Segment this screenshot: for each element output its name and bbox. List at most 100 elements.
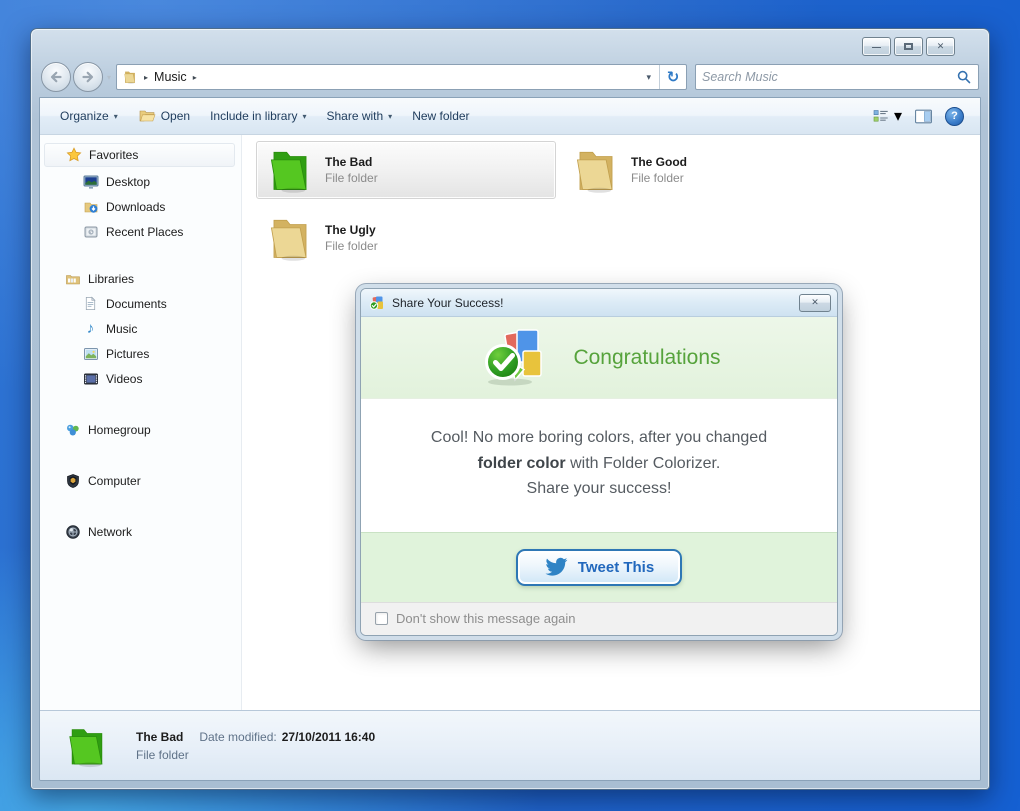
tile-type: File folder (631, 171, 687, 185)
change-view-button[interactable]: ▾ (866, 103, 908, 129)
sidebar-item-favorites[interactable]: Favorites (44, 143, 235, 167)
maximize-button[interactable] (894, 37, 923, 56)
music-note-icon: ♪ (82, 320, 99, 337)
dialog-header: Congratulations (361, 317, 837, 399)
documents-icon (82, 295, 99, 312)
sidebar-item-music[interactable]: ♪ Music (40, 316, 241, 341)
dont-show-checkbox[interactable] (375, 612, 388, 625)
organize-menu[interactable]: Organize ▾ (50, 103, 128, 129)
tweet-section: Tweet This (361, 532, 837, 602)
forward-arrow-icon (80, 69, 96, 85)
share-success-dialog: Share Your Success! ✕ Congratulations Co… (360, 288, 838, 636)
sidebar-gap (40, 493, 241, 519)
details-pane: The Bad Date modified: 27/10/2011 16:40 … (40, 710, 980, 780)
tile-grid: The Bad File folder The Good File folder (256, 141, 980, 267)
refresh-button[interactable]: ↻ (659, 65, 686, 89)
close-icon: ✕ (811, 297, 819, 308)
dialog-message: Cool! No more boring colors, after you c… (361, 399, 837, 532)
sidebar-item-videos[interactable]: Videos (40, 366, 241, 391)
sidebar-gap (40, 442, 241, 468)
chevron-down-icon: ▾ (114, 112, 118, 121)
pictures-icon (82, 345, 99, 362)
sidebar-item-desktop[interactable]: Desktop (40, 169, 241, 194)
share-with-menu[interactable]: Share with ▾ (316, 103, 402, 129)
sidebar-item-libraries[interactable]: Libraries (40, 266, 241, 291)
message-line1: Cool! No more boring colors, after you c… (431, 429, 767, 446)
congratulations-heading: Congratulations (573, 346, 720, 370)
chevron-down-icon: ▾ (894, 106, 902, 126)
twitter-bird-icon (544, 557, 568, 577)
open-button[interactable]: Open (128, 103, 200, 129)
sidebar-gap (40, 391, 241, 417)
sidebar-gap (40, 244, 241, 266)
yellow-folder-icon (263, 211, 317, 265)
file-tile-the-ugly[interactable]: The Ugly File folder (256, 209, 556, 267)
sidebar-item-computer[interactable]: Computer (40, 468, 241, 493)
sidebar-item-pictures[interactable]: Pictures (40, 341, 241, 366)
sidebar-item-documents[interactable]: Documents (40, 291, 241, 316)
breadcrumb-separator[interactable]: ▸ (193, 73, 197, 82)
tile-name: The Bad (325, 155, 378, 169)
close-icon: ✕ (937, 41, 945, 52)
search-input[interactable] (702, 70, 956, 84)
dialog-titlebar: Share Your Success! ✕ (361, 289, 837, 317)
sidebar-item-recent-places[interactable]: Recent Places (40, 219, 241, 244)
yellow-folder-icon (569, 143, 623, 197)
forward-button[interactable] (73, 62, 103, 92)
folder-colorizer-icon (369, 295, 385, 311)
tile-type: File folder (325, 171, 378, 185)
preview-pane-icon (914, 108, 933, 125)
success-folders-icon (477, 326, 553, 390)
sidebar-item-network[interactable]: Network (40, 519, 241, 544)
help-button[interactable]: ? (939, 103, 970, 129)
navigation-pane: Favorites Desktop Downloads (40, 135, 242, 710)
help-icon: ? (945, 107, 964, 126)
back-button[interactable] (41, 62, 71, 92)
breadcrumb-location[interactable]: Music (154, 70, 187, 84)
views-icon (872, 108, 890, 124)
tile-name: The Ugly (325, 223, 378, 237)
recent-pages-chevron[interactable]: ▾ (107, 73, 111, 82)
libraries-icon (64, 270, 81, 287)
chevron-down-icon: ▾ (302, 112, 306, 121)
address-bar[interactable]: ▸ Music ▸ ▾ ↻ (116, 64, 687, 90)
command-toolbar: Organize ▾ Open Include in library ▾ Sha… (40, 98, 980, 135)
file-tile-the-good[interactable]: The Good File folder (562, 141, 862, 199)
minimize-icon: — (872, 42, 881, 52)
address-folder-icon (122, 69, 138, 85)
selected-item-type: File folder (136, 748, 375, 762)
preview-pane-button[interactable] (908, 103, 939, 129)
green-folder-icon (62, 721, 112, 771)
sidebar-item-homegroup[interactable]: Homegroup (40, 417, 241, 442)
tweet-button-label: Tweet This (578, 559, 654, 576)
videos-icon (82, 370, 99, 387)
tile-name: The Good (631, 155, 687, 169)
back-arrow-icon (48, 69, 64, 85)
date-modified-value: 27/10/2011 16:40 (282, 730, 375, 744)
window-controls: — ✕ (862, 37, 955, 56)
minimize-button[interactable]: — (862, 37, 891, 56)
dialog-footer: Don't show this message again (361, 602, 837, 635)
network-icon (64, 523, 81, 540)
close-button[interactable]: ✕ (926, 37, 955, 56)
navigation-bar: ▾ ▸ Music ▸ ▾ ↻ (41, 62, 979, 92)
dialog-close-button[interactable]: ✕ (799, 294, 831, 312)
tweet-this-button[interactable]: Tweet This (516, 549, 682, 586)
search-icon[interactable] (956, 69, 972, 85)
green-folder-icon (263, 143, 317, 197)
file-tile-the-bad[interactable]: The Bad File folder (256, 141, 556, 199)
new-folder-button[interactable]: New folder (402, 103, 479, 129)
message-bold: folder color (478, 455, 566, 472)
homegroup-icon (64, 421, 81, 438)
dialog-title: Share Your Success! (392, 296, 503, 310)
recent-places-icon (82, 223, 99, 240)
desktop-icon (82, 173, 99, 190)
open-folder-icon (138, 108, 156, 124)
address-dropdown-icon[interactable]: ▾ (638, 72, 659, 83)
tile-type: File folder (325, 239, 378, 253)
chevron-down-icon: ▾ (388, 112, 392, 121)
sidebar-item-downloads[interactable]: Downloads (40, 194, 241, 219)
include-in-library-menu[interactable]: Include in library ▾ (200, 103, 316, 129)
maximize-icon (904, 43, 913, 50)
downloads-icon (82, 198, 99, 215)
